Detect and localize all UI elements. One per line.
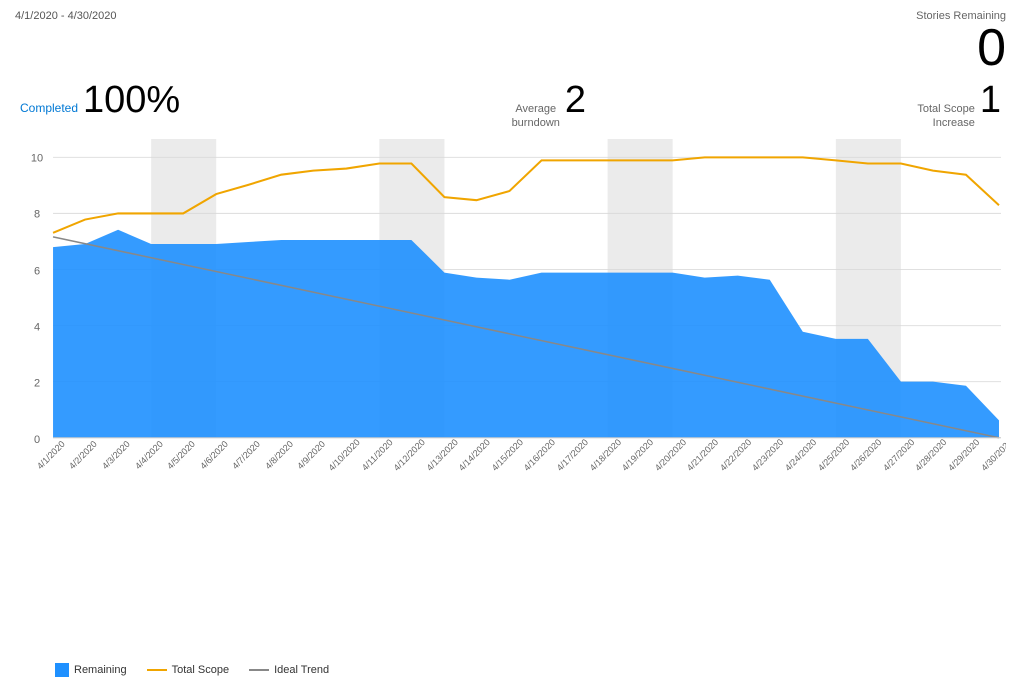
svg-text:4/22/2020: 4/22/2020	[718, 437, 753, 473]
avg-burndown-label1: Average	[512, 102, 560, 116]
svg-text:4/29/2020: 4/29/2020	[946, 437, 981, 473]
svg-text:4/16/2020: 4/16/2020	[522, 437, 557, 473]
svg-text:2: 2	[34, 377, 40, 389]
svg-text:4/17/2020: 4/17/2020	[555, 437, 590, 473]
completed-value: 100%	[83, 79, 180, 122]
svg-text:4/27/2020: 4/27/2020	[881, 437, 916, 473]
svg-text:4: 4	[34, 321, 40, 333]
completed-label: Completed	[20, 101, 78, 115]
avg-burndown-value: 2	[565, 79, 586, 122]
legend-total-scope: Total Scope	[147, 664, 229, 676]
svg-text:4/8/2020: 4/8/2020	[263, 438, 295, 470]
svg-text:4/14/2020: 4/14/2020	[457, 437, 492, 473]
svg-text:4/12/2020: 4/12/2020	[392, 437, 427, 473]
remaining-label: Remaining	[74, 664, 127, 676]
total-scope-label1: Total Scope	[917, 102, 974, 116]
total-scope-value: 1	[980, 79, 1001, 122]
svg-text:4/28/2020: 4/28/2020	[913, 437, 948, 473]
svg-text:10: 10	[31, 152, 43, 164]
svg-text:4/4/2020: 4/4/2020	[133, 438, 165, 470]
svg-text:4/26/2020: 4/26/2020	[848, 437, 883, 473]
svg-text:6: 6	[34, 265, 40, 277]
svg-text:4/9/2020: 4/9/2020	[295, 438, 327, 470]
svg-text:4/23/2020: 4/23/2020	[750, 437, 785, 473]
svg-text:4/10/2020: 4/10/2020	[327, 437, 362, 473]
svg-text:4/5/2020: 4/5/2020	[165, 438, 197, 470]
svg-text:4/25/2020: 4/25/2020	[816, 437, 851, 473]
svg-text:4/19/2020: 4/19/2020	[620, 437, 655, 473]
svg-text:4/6/2020: 4/6/2020	[198, 438, 230, 470]
svg-text:4/13/2020: 4/13/2020	[425, 437, 460, 473]
svg-text:4/20/2020: 4/20/2020	[653, 437, 688, 473]
svg-text:4/11/2020: 4/11/2020	[360, 437, 395, 472]
svg-text:4/30/2020: 4/30/2020	[979, 437, 1006, 473]
svg-text:4/7/2020: 4/7/2020	[230, 438, 262, 470]
svg-text:4/3/2020: 4/3/2020	[100, 438, 132, 470]
svg-text:4/21/2020: 4/21/2020	[685, 437, 720, 473]
total-scope-stat: Total Scope Increase 1	[917, 79, 1001, 131]
svg-text:4/15/2020: 4/15/2020	[490, 437, 525, 473]
svg-text:0: 0	[34, 433, 40, 445]
stories-remaining-value: 0	[916, 22, 1006, 74]
legend-ideal-trend: Ideal Trend	[249, 664, 329, 676]
chart-area: 10 8 6 4 2 0	[15, 139, 1006, 659]
avg-burndown-stat: Average burndown 2	[512, 79, 586, 131]
completed-stat: Completed 100%	[20, 79, 180, 122]
date-range: 4/1/2020 - 4/30/2020	[15, 10, 117, 22]
total-scope-legend-label: Total Scope	[172, 664, 229, 676]
svg-text:4/2/2020: 4/2/2020	[67, 438, 99, 470]
total-scope-label2: Increase	[917, 116, 974, 130]
stats-row: Completed 100% Average burndown 2 Total …	[15, 79, 1006, 131]
ideal-trend-label: Ideal Trend	[274, 664, 329, 676]
total-scope-swatch	[147, 669, 167, 671]
ideal-trend-swatch	[249, 669, 269, 671]
main-container: 4/1/2020 - 4/30/2020 Stories Remaining 0…	[0, 0, 1021, 665]
svg-text:4/24/2020: 4/24/2020	[783, 437, 818, 473]
header-row: 4/1/2020 - 4/30/2020 Stories Remaining 0	[15, 10, 1006, 74]
svg-text:4/18/2020: 4/18/2020	[588, 437, 623, 473]
stories-remaining-panel: Stories Remaining 0	[916, 10, 1006, 74]
svg-text:8: 8	[34, 208, 40, 220]
avg-burndown-label2: burndown	[512, 116, 560, 130]
chart-svg: 10 8 6 4 2 0	[15, 139, 1006, 659]
